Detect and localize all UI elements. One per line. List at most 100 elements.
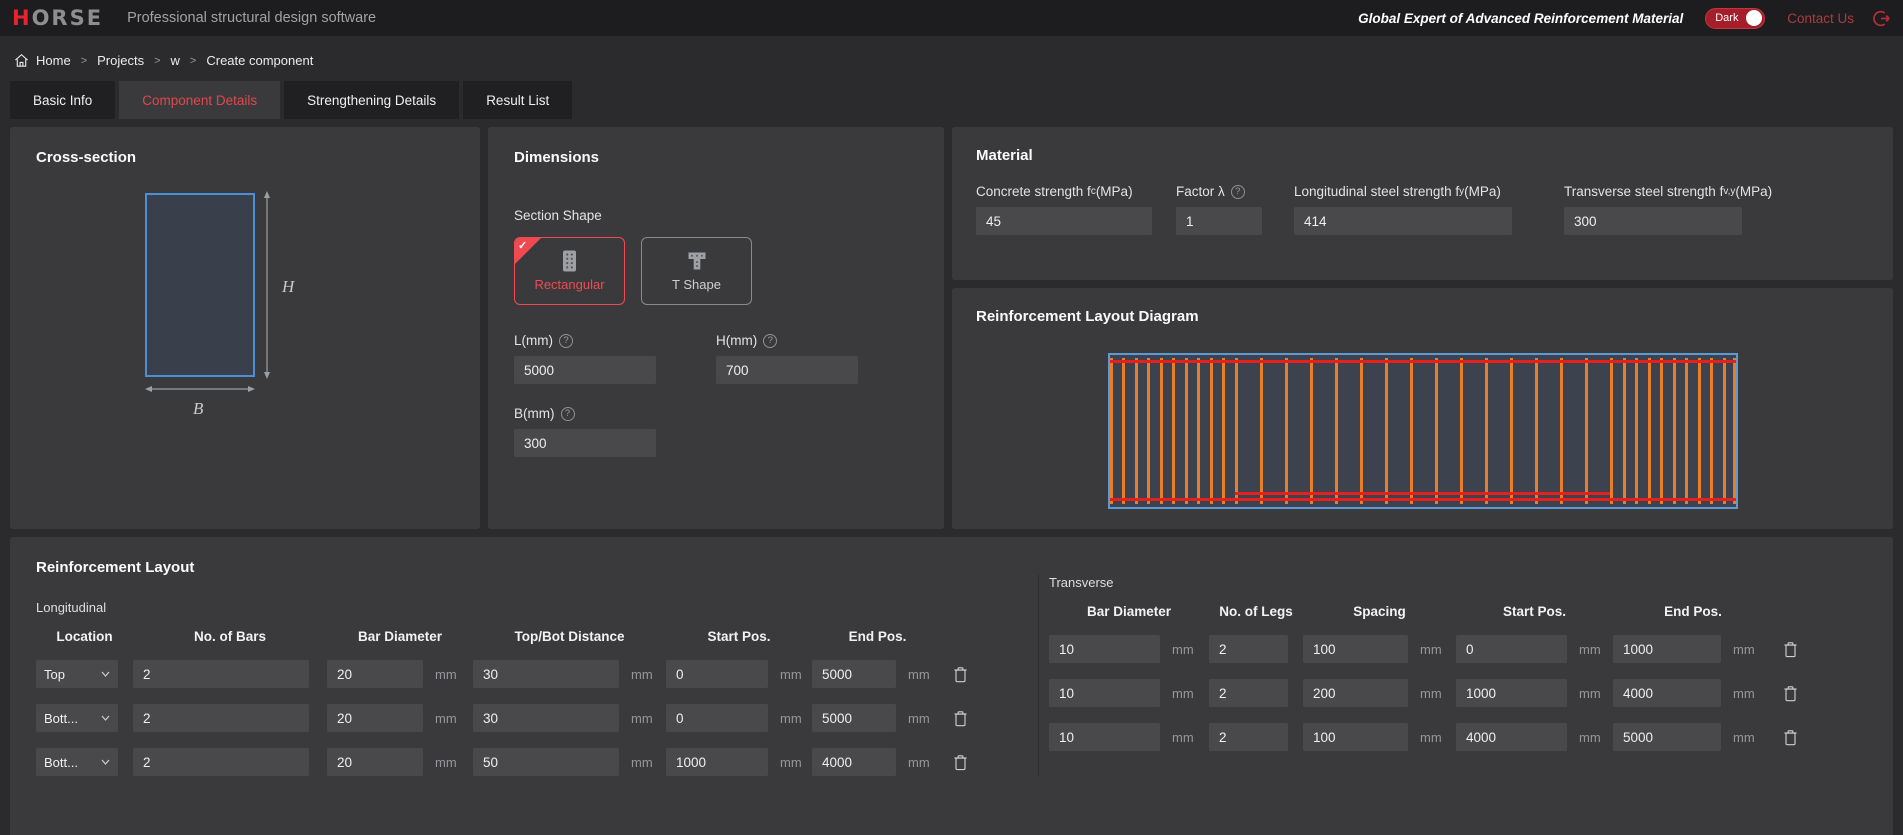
unit-label: mm [631, 667, 653, 682]
l-label-text: L(mm) [514, 333, 553, 348]
no-of-legs-input[interactable] [1209, 723, 1288, 751]
factor-lambda-input[interactable] [1176, 207, 1262, 235]
start-pos-input[interactable] [1456, 723, 1567, 751]
home-icon[interactable] [14, 53, 29, 68]
end-pos-input[interactable] [812, 748, 896, 776]
tab-basic-info[interactable]: Basic Info [10, 81, 115, 119]
b-input[interactable] [514, 429, 656, 457]
longitudinal-table: Location No. of Bars Bar Diameter Top/Bo… [36, 615, 1038, 776]
stirrup-line [1385, 358, 1388, 504]
start-pos-input[interactable] [666, 704, 768, 732]
fvy-input[interactable] [1564, 207, 1742, 235]
b-label-text: B(mm) [514, 406, 555, 421]
location-select[interactable]: Bott... [36, 748, 118, 776]
stirrup-line [1435, 358, 1438, 504]
stirrup-line [1698, 358, 1701, 504]
col-header: No. of Legs [1209, 604, 1303, 619]
no-of-bars-input[interactable] [133, 704, 309, 732]
shape-t-button[interactable]: T Shape [641, 237, 752, 305]
b-dimension-label: B [193, 399, 204, 418]
end-pos-input[interactable] [1613, 635, 1721, 663]
breadcrumb-home[interactable]: Home [36, 53, 71, 68]
bar-diameter-input[interactable] [1049, 723, 1160, 751]
bar-diameter-input[interactable] [1049, 679, 1160, 707]
start-pos-input[interactable] [666, 660, 768, 688]
delete-row-button[interactable] [953, 754, 968, 771]
no-of-legs-input[interactable] [1209, 679, 1288, 707]
col-header: Bar Diameter [1049, 604, 1209, 619]
delete-row-button[interactable] [1783, 685, 1798, 702]
end-pos-input[interactable] [1613, 723, 1721, 751]
location-select[interactable]: Bott... [36, 704, 118, 732]
tab-result-list[interactable]: Result List [463, 81, 572, 119]
brand-tagline: Global Expert of Advanced Reinforcement … [1358, 11, 1683, 26]
help-icon[interactable]: ? [561, 407, 575, 421]
stirrup-line [1172, 358, 1175, 504]
breadcrumb-project[interactable]: w [171, 53, 180, 68]
end-pos-input[interactable] [812, 704, 896, 732]
shape-rectangular-button[interactable]: ✓ Rectangular [514, 237, 625, 305]
end-pos-input[interactable] [1613, 679, 1721, 707]
longitudinal-row-3: Bott... mm mm mm mm [36, 748, 1038, 776]
fvy-label-sub: v,y [1723, 186, 1735, 197]
breadcrumb-projects[interactable]: Projects [97, 53, 144, 68]
unit-label: mm [780, 755, 802, 770]
spacing-input[interactable] [1303, 635, 1408, 663]
delete-row-button[interactable] [953, 710, 968, 727]
contact-us-link[interactable]: Contact Us [1787, 11, 1854, 26]
stirrup-line [1460, 358, 1463, 504]
location-value: Bott... [44, 755, 78, 770]
trash-icon [1783, 729, 1798, 746]
stirrup-line [1648, 358, 1651, 504]
delete-row-button[interactable] [953, 666, 968, 683]
unit-label: mm [908, 755, 930, 770]
fvy-label-post: (MPa) [1735, 184, 1772, 199]
unit-label: mm [631, 711, 653, 726]
bar-diameter-input[interactable] [327, 660, 423, 688]
h-input[interactable] [716, 356, 858, 384]
top-bar: HORSE Professional structural design sof… [0, 0, 1903, 36]
help-icon[interactable]: ? [559, 334, 573, 348]
l-input[interactable] [514, 356, 656, 384]
delete-row-button[interactable] [1783, 729, 1798, 746]
start-pos-input[interactable] [666, 748, 768, 776]
no-of-bars-input[interactable] [133, 748, 309, 776]
transverse-table: Transverse Bar Diameter No. of Legs Spac… [1038, 575, 1893, 776]
fy-input[interactable] [1294, 207, 1512, 235]
no-of-bars-input[interactable] [133, 660, 309, 688]
transverse-row-2: mm mm mm mm [1049, 679, 1893, 707]
top-bot-distance-input[interactable] [473, 704, 619, 732]
top-bot-distance-input[interactable] [473, 660, 619, 688]
breadcrumb-separator: > [190, 55, 196, 67]
spacing-input[interactable] [1303, 679, 1408, 707]
longitudinal-headers: Location No. of Bars Bar Diameter Top/Bo… [36, 629, 1038, 644]
end-pos-input[interactable] [812, 660, 896, 688]
transverse-subtitle: Transverse [1049, 575, 1893, 590]
stirrup-line [1485, 358, 1488, 504]
longitudinal-bar-line [1110, 498, 1736, 501]
start-pos-input[interactable] [1456, 635, 1567, 663]
help-icon[interactable]: ? [763, 334, 777, 348]
reinforcement-layout-panel: Reinforcement Layout Longitudinal Locati… [10, 537, 1893, 835]
bar-diameter-input[interactable] [327, 748, 423, 776]
col-header: No. of Bars [133, 629, 327, 644]
delete-row-button[interactable] [1783, 641, 1798, 658]
no-of-legs-input[interactable] [1209, 635, 1288, 663]
spacing-input[interactable] [1303, 723, 1408, 751]
stirrup-line [1160, 358, 1163, 504]
location-select[interactable]: Top [36, 660, 118, 688]
tab-component-details[interactable]: Component Details [119, 81, 280, 119]
chevron-down-icon [101, 759, 110, 765]
bar-diameter-input[interactable] [327, 704, 423, 732]
bar-diameter-input[interactable] [1049, 635, 1160, 663]
start-pos-input[interactable] [1456, 679, 1567, 707]
stirrup-line [1310, 358, 1313, 504]
logout-icon[interactable] [1872, 9, 1891, 28]
fc-input[interactable] [976, 207, 1152, 235]
fvy-label: Transverse steel strength fv,y(MPa) [1564, 184, 1772, 199]
help-icon[interactable]: ? [1231, 185, 1245, 199]
stirrup-line [1510, 358, 1513, 504]
theme-toggle[interactable]: Dark [1705, 8, 1765, 29]
tab-strengthening-details[interactable]: Strengthening Details [284, 81, 459, 119]
top-bot-distance-input[interactable] [473, 748, 619, 776]
